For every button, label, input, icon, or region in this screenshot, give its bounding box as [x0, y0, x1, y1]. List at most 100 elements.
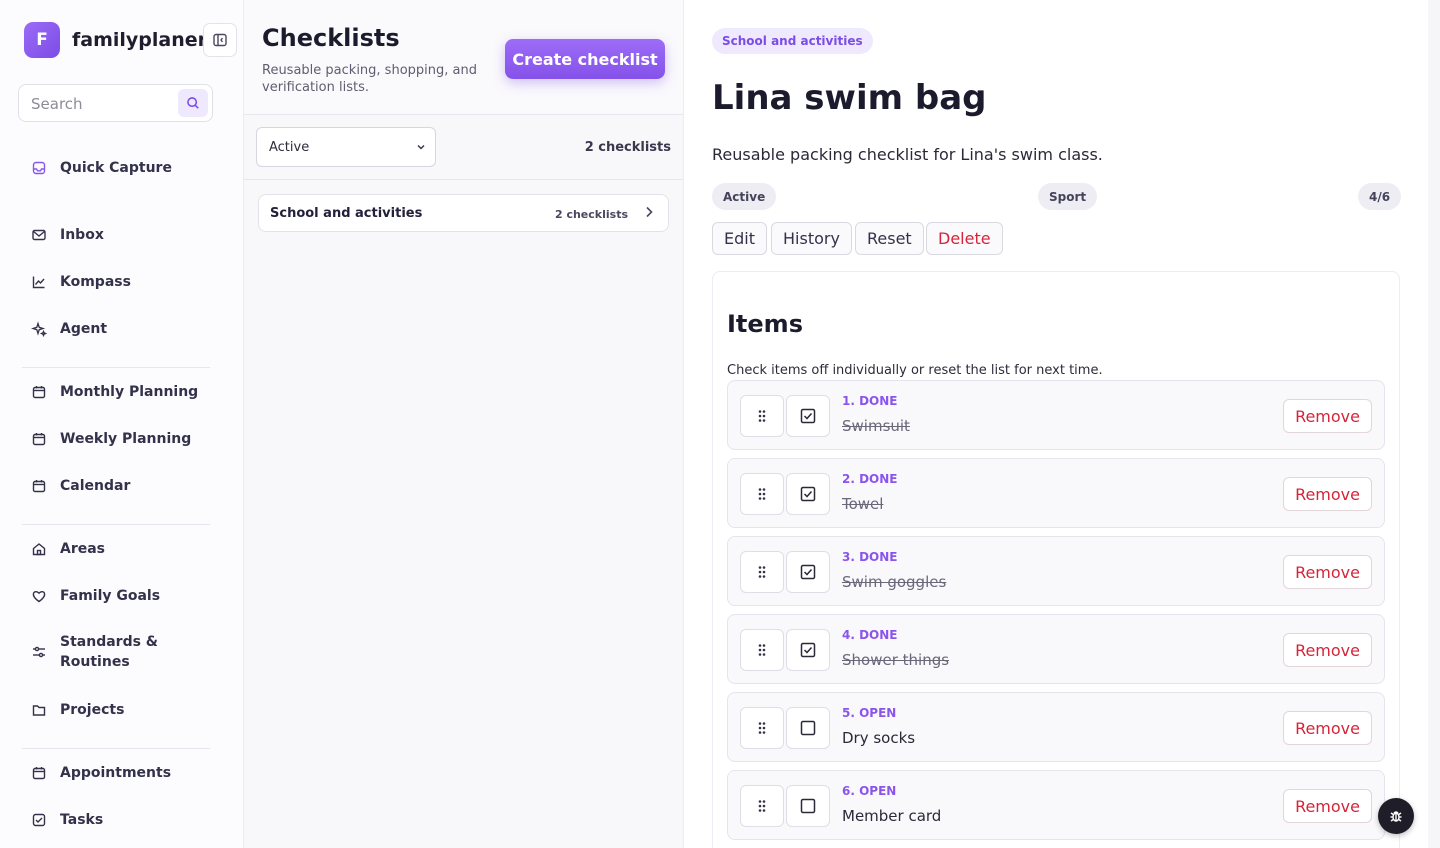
checklist-list-panel: Checklists Reusable packing, shopping, a… [244, 0, 684, 848]
debug-button[interactable] [1378, 798, 1414, 834]
checkbox-icon [28, 809, 50, 831]
item-name: Shower things [842, 651, 950, 669]
sidebar-item-label-line2: Routines [60, 654, 130, 670]
remove-item-button[interactable]: Remove [1283, 477, 1372, 511]
search-field[interactable]: Search [18, 84, 213, 122]
sidebar-item-label: Calendar [60, 478, 131, 494]
drag-handle[interactable] [740, 473, 784, 515]
checklist-title: Lina swim bag [712, 78, 987, 118]
tag-pill: Sport [1038, 183, 1098, 210]
items-card: Items Check items off individually or re… [712, 271, 1400, 848]
item-checkbox[interactable] [786, 707, 830, 749]
checklist-item: 1. DONE Swimsuit Remove [727, 380, 1385, 450]
sidebar-item-label: Standards & [60, 634, 158, 650]
sidebar-item-agent[interactable]: Agent [28, 318, 107, 340]
sparkles-icon [28, 318, 50, 340]
sidebar-item-quick-capture[interactable]: Quick Capture [28, 157, 172, 179]
line-chart-icon [28, 271, 50, 293]
sidebar-collapse-button[interactable] [203, 23, 237, 57]
checklist-item: 2. DONE Towel Remove [727, 458, 1385, 528]
item-name: Swimsuit [842, 417, 910, 435]
sidebar-item-weekly-planning[interactable]: Weekly Planning [28, 428, 191, 450]
reset-button[interactable]: Reset [855, 222, 924, 255]
sidebar-item-label: Agent [60, 321, 108, 337]
drag-handle[interactable] [740, 707, 784, 749]
sidebar-item-monthly-planning[interactable]: Monthly Planning [28, 381, 198, 403]
heart-icon [28, 585, 50, 607]
checklist-item: 6. OPEN Member card Remove [727, 770, 1385, 840]
checklist-detail: School and activities Lina swim bag Reus… [684, 0, 1428, 848]
item-checkbox[interactable] [786, 395, 830, 437]
sidebar-divider [22, 748, 210, 749]
remove-item-button[interactable]: Remove [1283, 789, 1372, 823]
scrollbar-track[interactable] [1428, 0, 1440, 848]
status-filter-select[interactable]: Active [256, 127, 436, 167]
remove-item-button[interactable]: Remove [1283, 555, 1372, 589]
checkbox-empty-icon [800, 720, 816, 736]
sidebar-divider [22, 524, 210, 525]
page-title: Checklists [262, 24, 400, 52]
drag-handle[interactable] [740, 785, 784, 827]
drag-handle[interactable] [740, 551, 784, 593]
item-checkbox[interactable] [786, 785, 830, 827]
item-status: 6. OPEN [842, 784, 897, 798]
edit-button[interactable]: Edit [712, 222, 767, 255]
item-name: Swim goggles [842, 573, 947, 591]
sidebar-item-projects[interactable]: Projects [28, 699, 124, 721]
search-button[interactable] [178, 89, 208, 117]
items-subtitle: Check items off individually or reset th… [727, 363, 1103, 378]
sliders-icon [28, 641, 50, 663]
remove-item-button[interactable]: Remove [1283, 633, 1372, 667]
drag-handle[interactable] [740, 395, 784, 437]
calendar-icon [28, 381, 50, 403]
page-subtitle: Reusable packing, shopping, and verifica… [262, 63, 477, 95]
checklist-count: 2 checklists [584, 140, 671, 155]
drag-handle-icon [758, 410, 766, 422]
drag-handle-icon [758, 722, 766, 734]
sidebar-item-appointments[interactable]: Appointments [28, 762, 171, 784]
sidebar-item-family-goals[interactable]: Family Goals [28, 585, 160, 607]
item-checkbox[interactable] [786, 473, 830, 515]
item-checkbox[interactable] [786, 629, 830, 671]
mail-icon [28, 224, 50, 246]
checklist-item: 4. DONE Shower things Remove [727, 614, 1385, 684]
create-checklist-button[interactable]: Create checklist [505, 39, 665, 79]
checklist-item: 5. OPEN Dry socks Remove [727, 692, 1385, 762]
sidebar-item-calendar[interactable]: Calendar [28, 475, 130, 497]
remove-item-button[interactable]: Remove [1283, 399, 1372, 433]
calendar-icon [28, 475, 50, 497]
checkbox-checked-icon [800, 408, 816, 424]
brand[interactable]: F familyplaner [24, 22, 207, 58]
history-button[interactable]: History [771, 222, 852, 255]
sidebar-item-label: Kompass [60, 274, 131, 290]
sidebar-collapse-icon [213, 33, 227, 47]
delete-button[interactable]: Delete [926, 222, 1003, 255]
sidebar-item-label: Inbox [60, 227, 104, 243]
inbox-tray-icon [28, 157, 50, 179]
chevron-right-icon [646, 206, 653, 218]
item-status: 3. DONE [842, 550, 898, 564]
remove-item-button[interactable]: Remove [1283, 711, 1372, 745]
item-name: Dry socks [842, 729, 916, 747]
item-status: 5. OPEN [842, 706, 897, 720]
checklist-group-row[interactable]: School and activities 2 checklists [258, 194, 669, 232]
item-checkbox[interactable] [786, 551, 830, 593]
home-icon [28, 538, 50, 560]
bug-icon [1390, 811, 1402, 822]
calendar-icon [28, 428, 50, 450]
sidebar-item-areas[interactable]: Areas [28, 538, 105, 560]
sidebar-item-label: Appointments [60, 765, 172, 781]
brand-name: familyplaner [72, 29, 208, 51]
search-input[interactable]: Search [31, 95, 83, 113]
sidebar-item-kompass[interactable]: Kompass [28, 271, 131, 293]
sidebar-item-inbox[interactable]: Inbox [28, 224, 104, 246]
sidebar-item-label: Projects [60, 702, 125, 718]
item-status: 2. DONE [842, 472, 898, 486]
drag-handle-icon [758, 488, 766, 500]
item-status: 4. DONE [842, 628, 898, 642]
drag-handle[interactable] [740, 629, 784, 671]
calendar-icon [28, 762, 50, 784]
sidebar-item-tasks[interactable]: Tasks [28, 809, 103, 831]
sidebar-item-standards-routines[interactable]: Standards & Routines [28, 632, 158, 672]
checkbox-checked-icon [800, 564, 816, 580]
